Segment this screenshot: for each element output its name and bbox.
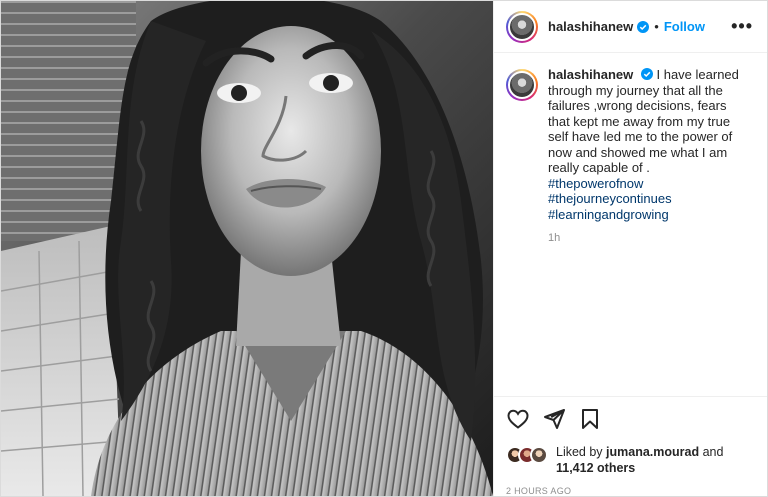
hashtag-link[interactable]: #learningandgrowing xyxy=(548,207,748,223)
liker-username[interactable]: jumana.mourad xyxy=(606,445,699,459)
liker-avatars[interactable] xyxy=(506,446,550,466)
liked-by-and: and xyxy=(699,445,724,459)
likes-row: Liked by jumana.mourad and 11,412 others xyxy=(494,440,767,476)
instagram-post: halashihanew • Follow ••• halashihanew I… xyxy=(0,0,768,497)
caption: halashihanew I have learned through my j… xyxy=(548,67,748,396)
caption-avatar[interactable] xyxy=(506,69,538,101)
hashtag-link[interactable]: #thepowerofnow xyxy=(548,176,748,192)
portrait-image xyxy=(1,1,493,496)
liker-avatar xyxy=(530,446,548,464)
action-bar xyxy=(494,396,767,440)
share-icon[interactable] xyxy=(542,407,566,431)
post-photo[interactable] xyxy=(1,1,493,496)
caption-age[interactable]: 1h xyxy=(548,231,748,247)
caption-section: halashihanew I have learned through my j… xyxy=(494,53,767,396)
post-timestamp[interactable]: 2 HOURS AGO xyxy=(494,476,767,496)
liked-by-text: Liked by jumana.mourad and 11,412 others xyxy=(556,444,723,476)
more-options-icon[interactable]: ••• xyxy=(731,16,753,37)
header-separator: • xyxy=(654,19,659,34)
verified-badge-icon xyxy=(640,68,653,80)
follow-button[interactable]: Follow xyxy=(664,19,705,34)
author-avatar[interactable] xyxy=(506,10,538,43)
caption-username[interactable]: halashihanew xyxy=(548,67,633,82)
verified-badge-icon xyxy=(637,20,650,33)
heart-icon[interactable] xyxy=(506,407,530,431)
author-username[interactable]: halashihanew xyxy=(548,19,633,34)
post-side-panel: halashihanew • Follow ••• halashihanew I… xyxy=(493,1,767,496)
hashtag-link[interactable]: #thejourneycontinues xyxy=(548,191,748,207)
likes-count[interactable]: 11,412 others xyxy=(556,461,635,475)
liked-by-prefix: Liked by xyxy=(556,445,607,459)
post-header: halashihanew • Follow ••• xyxy=(494,1,767,53)
caption-text: I have learned through my journey that a… xyxy=(548,67,739,175)
bookmark-icon[interactable] xyxy=(578,407,602,431)
